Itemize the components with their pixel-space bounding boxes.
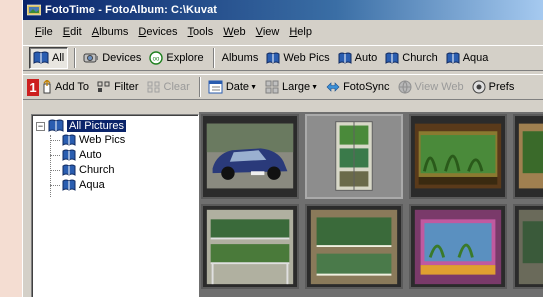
thumbnail-shelves[interactable] <box>201 204 299 289</box>
album-book-icon <box>33 51 49 65</box>
menu-view[interactable]: View <box>256 26 280 38</box>
thumbnail-tank-stand[interactable] <box>305 204 403 289</box>
prefs-icon <box>472 80 486 94</box>
step-badge: 1 <box>27 78 39 96</box>
album-book-icon <box>385 52 399 64</box>
collapse-icon[interactable]: − <box>36 121 45 131</box>
explore-button[interactable]: oo Explore <box>146 47 206 69</box>
menu-devices[interactable]: Devices <box>138 26 177 38</box>
album-auto-button[interactable]: Auto <box>335 47 381 69</box>
menu-web[interactable]: Web <box>223 26 245 38</box>
toolbar-separator <box>212 48 215 68</box>
thumbnail-aquarium-4[interactable] <box>513 204 543 289</box>
album-book-icon <box>62 149 76 161</box>
toolbar-separator <box>74 48 77 68</box>
clear-icon <box>147 81 161 93</box>
filter-icon <box>97 81 111 93</box>
thumb-size-button[interactable]: Large ▼ <box>262 76 321 98</box>
window-title: FotoTime - FotoAlbum: C:\Kuvat <box>45 4 218 16</box>
thumbnail-grid-icon <box>265 80 279 94</box>
album-book-icon <box>338 52 352 64</box>
view-toolbar: All Devices oo Explore Albums Web Pics A… <box>23 45 543 71</box>
fotosync-button[interactable]: FotoSync <box>323 76 392 98</box>
album-book-icon <box>62 164 76 176</box>
view-web-button[interactable]: View Web <box>395 76 467 98</box>
thumbnail-car[interactable] <box>201 114 299 199</box>
calendar-icon <box>208 80 223 94</box>
explore-icon: oo <box>149 51 164 65</box>
tree-node-auto[interactable]: Auto <box>50 149 102 161</box>
album-book-icon <box>62 179 76 191</box>
album-church-button[interactable]: Church <box>382 47 440 69</box>
menu-file[interactable]: File <box>35 26 53 38</box>
all-button[interactable]: All <box>29 47 69 69</box>
thumbnail-cabinet[interactable] <box>305 114 403 199</box>
album-aqua-button[interactable]: Aqua <box>443 47 492 69</box>
sync-arrows-icon <box>326 82 340 92</box>
devices-button[interactable]: Devices <box>80 47 144 69</box>
album-tree: − All Pictures Web Pics Auto Church Aqua <box>31 114 199 297</box>
album-web-pics-button[interactable]: Web Pics <box>263 47 332 69</box>
clear-button[interactable]: Clear <box>144 76 193 98</box>
menu-tools[interactable]: Tools <box>188 26 214 38</box>
menu-albums[interactable]: Albums <box>92 26 129 38</box>
album-book-icon <box>62 134 76 146</box>
tree-node-web-pics[interactable]: Web Pics <box>50 134 125 146</box>
dropdown-arrow-icon: ▼ <box>250 83 257 91</box>
tree-node-aqua[interactable]: Aqua <box>50 179 105 191</box>
menu-bar: File Edit Albums Devices Tools Web View … <box>23 22 543 42</box>
app-window: FotoTime - FotoAlbum: C:\Kuvat File Edit… <box>22 0 543 297</box>
thumbnail-grid <box>199 112 543 297</box>
add-to-button[interactable]: Add To <box>40 76 92 98</box>
devices-icon <box>83 51 99 65</box>
thumbnail-aquarium-1[interactable] <box>409 114 507 199</box>
tree-node-all-pictures[interactable]: − All Pictures <box>36 119 127 133</box>
toolbar-separator <box>198 77 201 97</box>
menu-edit[interactable]: Edit <box>63 26 82 38</box>
album-book-icon <box>266 52 280 64</box>
date-sort-button[interactable]: Date ▼ <box>205 76 260 98</box>
filter-button[interactable]: Filter <box>94 76 141 98</box>
album-book-icon <box>446 52 460 64</box>
action-toolbar: 1 Add To Filter Clear Date ▼ Large ▼ Fot… <box>23 74 543 100</box>
app-icon <box>27 3 41 17</box>
title-bar[interactable]: FotoTime - FotoAlbum: C:\Kuvat <box>23 0 543 20</box>
thumbnail-aquarium-2[interactable] <box>513 114 543 199</box>
prefs-button[interactable]: Prefs <box>469 76 518 98</box>
albums-button[interactable]: Albums <box>219 47 262 69</box>
menu-help[interactable]: Help <box>289 26 312 38</box>
album-book-icon <box>48 119 64 133</box>
tree-node-church[interactable]: Church <box>50 164 114 176</box>
svg-text:oo: oo <box>153 57 160 63</box>
globe-icon <box>398 80 412 94</box>
dropdown-arrow-icon: ▼ <box>311 83 319 91</box>
thumbnail-aquarium-3[interactable] <box>409 204 507 289</box>
add-to-icon <box>43 80 52 94</box>
